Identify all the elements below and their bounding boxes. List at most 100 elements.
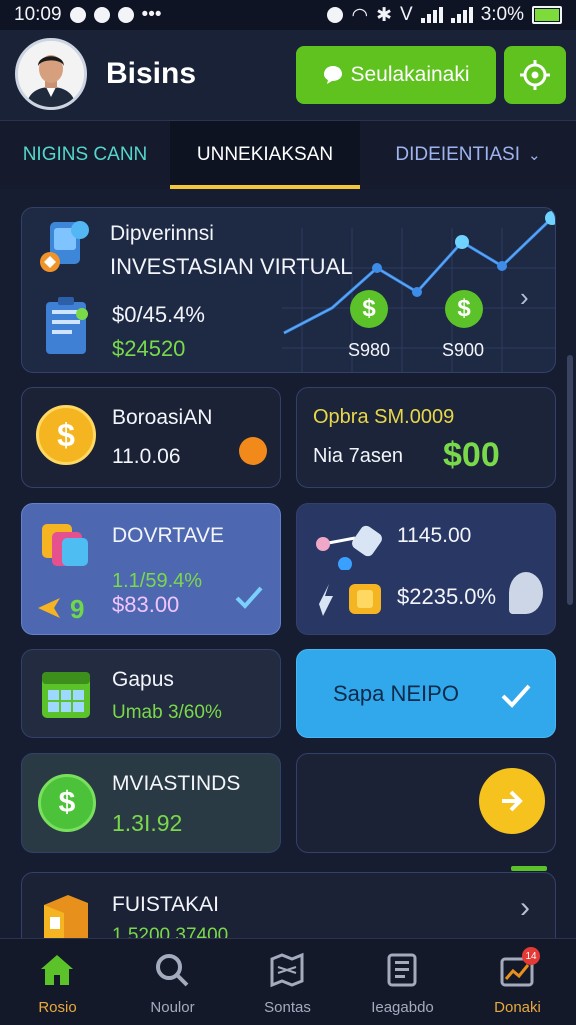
folders-icon (42, 524, 88, 566)
document-icon (387, 953, 417, 987)
plane-icon: 9 (38, 594, 84, 624)
derivative-card[interactable]: 9 DOVRTAVE 1.1/59.4% $83.00 (21, 503, 281, 635)
search-icon (156, 954, 189, 987)
map-icon (270, 952, 304, 988)
check-icon (235, 586, 263, 609)
hero-amount: $24520 (112, 336, 186, 361)
option-title: Opbra SM.0009 (313, 406, 455, 428)
network-icon (316, 525, 382, 570)
battery-percent: 3:0% (480, 4, 524, 25)
derivative-amount: $83.00 (112, 592, 180, 617)
coins-icon (319, 584, 381, 616)
action-card[interactable]: Sapa NEIPO (296, 649, 556, 738)
dollar-icon: $ (350, 290, 388, 328)
cta-button-label: Seulakainaki (350, 63, 470, 86)
calendar-icon (42, 672, 90, 718)
library-title: FUISTAKAI (112, 893, 219, 916)
balance-title: BoroasiAN (112, 406, 213, 429)
signal-icon (420, 7, 443, 23)
cta-button[interactable]: Seulakainaki (296, 46, 496, 104)
tab-1-label: NIGINS CANN (22, 144, 148, 165)
stats-value-2: $2235.0% (397, 584, 497, 609)
target-icon (520, 60, 550, 90)
wifi-icon: ◠ (351, 4, 369, 26)
nav-map-label: Sontas (264, 999, 311, 1016)
balance-value: 11.0.06 (112, 445, 181, 468)
investments-title: MVIASTINDS (112, 772, 241, 795)
tab-bar: NIGINS CANN UNNEKIAKSAN DIDEIENTIASI ⌄ (0, 121, 576, 189)
tab-2-active[interactable]: UNNEKIAKSAN (170, 121, 360, 189)
battery-icon (532, 6, 562, 24)
bluetooth-icon: ✱ (376, 4, 392, 26)
avatar[interactable] (15, 38, 87, 110)
arrow-right-icon (502, 790, 523, 812)
gaps-subtitle: Umab 3/60% (112, 702, 222, 723)
option-subtitle: Nia 7asen (313, 445, 404, 467)
nav-chart-label: Donaki (494, 999, 541, 1016)
messenger-icon (93, 7, 110, 23)
nav-search-label: Noulor (150, 999, 195, 1016)
balance-card[interactable]: $ BoroasiAN 11.0.06 (21, 387, 281, 488)
notification-badge: 14 (522, 947, 540, 965)
nav-home[interactable]: Rosio (0, 939, 115, 1025)
dollar-icon-2: $ (445, 290, 483, 328)
chevron-down-icon: ⌄ (528, 147, 541, 164)
gaps-card[interactable]: Gapus Umab 3/60% (21, 649, 281, 738)
coin-icon: $ (36, 405, 96, 465)
tab-2-label: UNNEKIAKSAN (196, 144, 334, 165)
status-dot-icon (239, 437, 267, 465)
action-label: Sapa NEIPO (333, 681, 459, 706)
bottom-nav: Rosio Noulor Sontas Ieagabdo 14 Donaki (0, 938, 576, 1025)
chevron-right-icon-2[interactable]: › (520, 891, 530, 925)
wallet-icon (40, 221, 89, 272)
hero-marker-2: S900 (442, 340, 485, 360)
stats-value-1: 1145.00 (397, 524, 472, 547)
hero-marker-1: S980 (348, 340, 391, 360)
gaps-title: Gapus (112, 668, 174, 691)
nav-map[interactable]: Sontas (230, 939, 345, 1025)
hero-line-2: INVESTASIAN VIRTUAL (110, 254, 353, 279)
hero-percent: $0/45.4% (112, 302, 205, 327)
chat-icon (324, 66, 343, 84)
investment-hero-card[interactable]: Dipverinnsi INVESTASIAN VIRTUAL $0/45.4%… (21, 207, 556, 373)
tab-3[interactable]: DIDEIENTIASI ⌄ (360, 121, 576, 189)
app-icon (117, 7, 134, 23)
money-icon: $ (38, 774, 96, 832)
scrollbar[interactable] (567, 355, 573, 605)
nav-home-label: Rosio (38, 999, 77, 1016)
nav-chart[interactable]: 14 Donaki (460, 939, 575, 1025)
option-amount: $00 (443, 436, 500, 474)
alarm-icon (327, 7, 344, 23)
tab-1[interactable]: NIGINS CANN (0, 121, 170, 189)
investments-value: 1.3I.92 (112, 810, 183, 836)
app-header: Bisins Seulakainaki (0, 30, 576, 121)
more-icon: ••• (141, 4, 162, 25)
profile-photo-icon (18, 41, 84, 107)
derivative-percent: 1.1/59.4% (112, 570, 203, 592)
investments-card[interactable]: $ MVIASTINDS 1.3I.92 (21, 753, 281, 853)
vibrate-icon: V (400, 4, 413, 25)
chevron-right-icon[interactable]: › (520, 282, 529, 313)
scroll-accent (511, 866, 547, 871)
option-card[interactable]: Opbra SM.0009 Nia 7asen $00 (296, 387, 556, 488)
badge-icon (509, 572, 543, 614)
nav-search[interactable]: Noulor (115, 939, 230, 1025)
nav-document[interactable]: Ieagabdo (345, 939, 460, 1025)
clock: 10:09 (14, 4, 62, 25)
app-title: Bisins (106, 57, 197, 90)
derivative-title: DOVRTAVE (112, 524, 225, 547)
notification-icon (69, 7, 86, 23)
check-icon-2 (501, 684, 531, 708)
home-icon (41, 955, 73, 985)
status-bar: 10:09 ••• ◠ ✱ V 3:0% (0, 0, 576, 30)
target-button[interactable] (504, 46, 566, 104)
signal-icon-2 (450, 7, 473, 23)
clipboard-icon (46, 297, 88, 354)
tab-3-label: DIDEIENTIASI (395, 144, 520, 165)
next-button[interactable] (479, 768, 545, 834)
stats-card[interactable]: 1145.00 $2235.0% (296, 503, 556, 635)
next-card[interactable] (296, 753, 556, 853)
hero-line-1: Dipverinnsi (110, 222, 214, 245)
svg-text:9: 9 (70, 594, 84, 624)
nav-document-label: Ieagabdo (371, 999, 434, 1016)
